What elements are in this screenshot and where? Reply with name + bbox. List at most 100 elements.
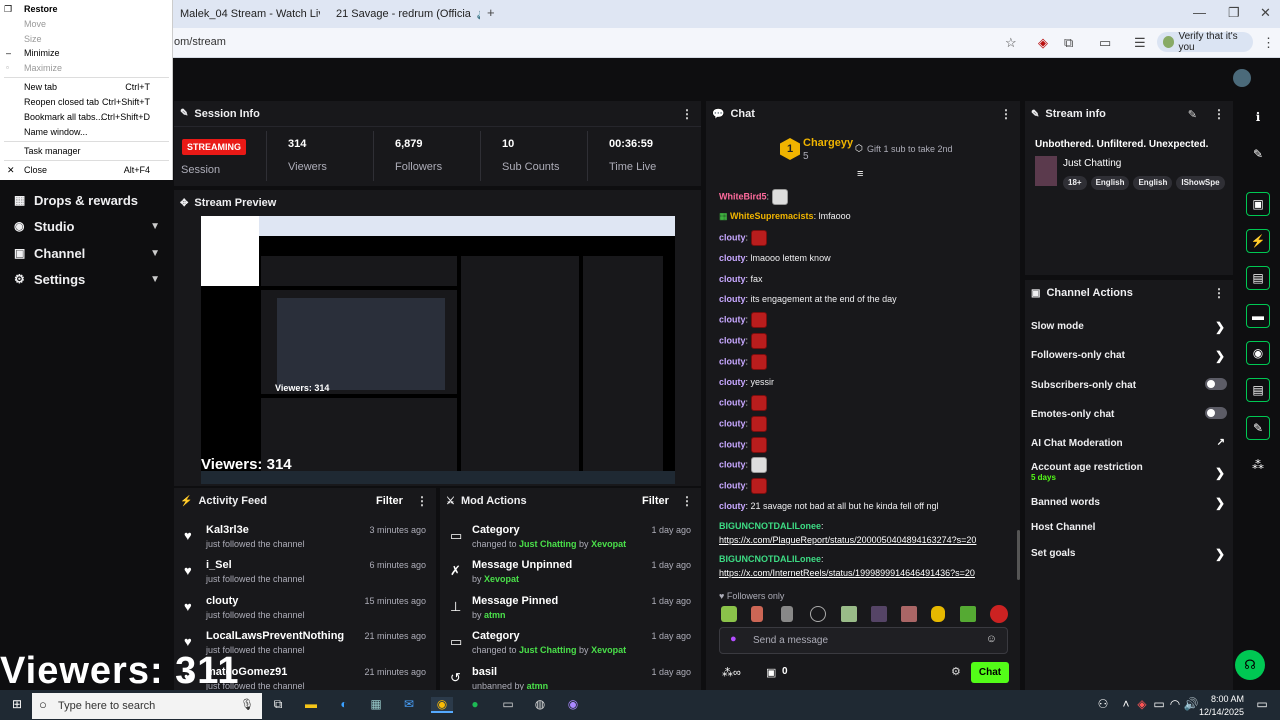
ai-moderation-row[interactable]: AI Chat Moderation ↗ [1031,437,1229,449]
more-options-icon[interactable]: ⋮ [681,107,693,121]
speaker-icon[interactable]: 🔊 [477,9,480,20]
subscribers-only-toggle[interactable] [1205,378,1227,390]
chat-link[interactable]: https://x.com/InternetReels/status/19998… [719,568,975,578]
tag-chip[interactable]: English [1133,176,1173,190]
age-18-emote-icon[interactable] [990,605,1008,623]
banned-words-row[interactable]: Banned words ❯ [1031,496,1229,510]
host-channel-row[interactable]: Host Channel [1031,522,1229,533]
wrench-icon[interactable]: ✎ [1246,416,1270,440]
url-field[interactable]: om/stream [174,36,226,48]
stream-preview-video[interactable]: Viewers: 314 Viewers: 314 [201,216,675,484]
emote-icon[interactable] [841,606,857,622]
ctx-name-window[interactable]: Name window... [24,127,88,140]
clock-time[interactable]: 8:00 AM [1204,694,1244,704]
app-icon[interactable]: ◉ [564,697,582,713]
ctx-bookmark-all[interactable]: Bookmark all tabs... Ctrl+Shift+D [24,112,164,125]
notifications-icon[interactable]: ▭ [1253,697,1271,713]
profile-avatar[interactable] [1233,69,1251,87]
clock-date[interactable]: 12/14/2025 [1192,707,1244,717]
slow-mode-row[interactable]: Slow mode ❯ [1031,320,1229,334]
taskbar-search[interactable]: ○ Type here to search 🎙 [32,693,262,719]
file-explorer-icon[interactable]: ▬ [302,697,320,713]
windows-start-icon[interactable]: ⊞ [8,697,26,713]
sidebar-item-settings[interactable]: ⚙ Settings ▼ [14,269,160,289]
new-tab-icon[interactable]: + [487,5,495,20]
emoji-icon[interactable]: ☺ [986,633,997,645]
ctx-restore[interactable]: Restore [24,4,58,17]
ctx-minimize[interactable]: Minimize [24,48,60,61]
chat-settings-gear-icon[interactable]: ⚙ [951,665,961,678]
account-age-row[interactable]: Account age restriction 5 days ❯ [1031,462,1229,482]
session-info-icon[interactable]: ▤ [1246,266,1270,290]
tag-chip[interactable]: IShowSpe [1176,176,1225,190]
chrome-icon[interactable]: ◉ [431,697,453,713]
activity-bolt-icon[interactable]: ⚡ [1246,229,1270,253]
emote-icon[interactable] [901,606,917,622]
bookmark-star-icon[interactable]: ☆ [1005,35,1017,51]
edit-layout-icon[interactable]: ✎ [1246,142,1270,166]
emote-icon[interactable] [960,606,976,622]
shield-extension-icon[interactable]: ◈ [1038,35,1048,51]
sidebar-item-studio[interactable]: ◉ Studio ▼ [14,216,160,236]
sidebar-item-channel[interactable]: ▣ Channel ▼ [14,243,160,263]
gift-sub-prompt[interactable]: Gift 1 sub to take 2nd [867,144,953,154]
emote-icon[interactable] [931,606,945,622]
more-options-icon[interactable]: ⋮ [416,494,428,508]
extensions-icon[interactable]: ⧉ [1064,35,1073,51]
info-icon[interactable]: ℹ [1246,105,1270,129]
activity-filter-button[interactable]: Filter [376,495,403,507]
spotify-icon[interactable]: ● [466,697,484,713]
set-goals-row[interactable]: Set goals ❯ [1031,547,1229,561]
stream-preview-icon[interactable]: ▣ [1246,192,1270,216]
task-view-icon[interactable]: ⧉ [269,697,287,713]
tray-app-icon[interactable]: ◈ [1133,697,1151,713]
browser-tab-youtube[interactable]: 21 Savage - redrum (Officia 🔊 ✕ [330,4,480,24]
chat-link[interactable]: https://x.com/PlagueReport/status/200005… [719,535,976,545]
more-options-icon[interactable]: ⋮ [1000,107,1012,121]
app-icon[interactable]: ◍ [531,697,549,713]
media-control-icon[interactable]: ☰ [1134,35,1146,51]
ctx-task-manager[interactable]: Task manager [24,146,81,159]
browser-tab-stream[interactable]: Malek_04 Stream - Watch Live o ✕ [174,4,320,24]
expand-leaderboard-icon[interactable]: ≡ [857,168,863,180]
more-options-icon[interactable]: ⋮ [681,494,693,508]
store-icon[interactable]: ▦ [367,697,385,713]
mail-icon[interactable]: ✉ [400,697,418,713]
tag-chip[interactable]: English [1090,176,1130,190]
more-options-icon[interactable]: ⋮ [1213,286,1225,300]
more-widgets-icon[interactable]: ⁂ [1246,453,1270,477]
ctx-new-tab[interactable]: New tab Ctrl+T [24,82,164,95]
emote-icon[interactable] [871,606,887,622]
followers-only-row[interactable]: Followers-only chat ❯ [1031,349,1229,363]
broadcast-icon[interactable]: ◉ [1246,341,1270,365]
edge-icon[interactable]: ◐ [335,697,353,713]
microphone-icon[interactable]: 🎙 [240,698,254,711]
chat-bubble-icon[interactable]: ▬ [1246,304,1270,328]
ctx-reopen-closed-tab[interactable]: Reopen closed tab Ctrl+Shift+T [24,97,164,110]
emotes-only-toggle[interactable] [1205,407,1227,419]
edit-pencil-icon[interactable]: ✎ [1188,108,1197,121]
verify-account-button[interactable]: Verify that it's you [1157,31,1253,53]
send-chat-button[interactable]: Chat [971,662,1009,683]
app-icon[interactable]: ▭ [499,697,517,713]
browser-menu-icon[interactable]: ⋮ [1262,35,1275,51]
sidebar-item-drops[interactable]: ▦ Drops & rewards [14,190,160,210]
cast-icon[interactable]: ▭ [1099,35,1111,51]
channel-points-icon[interactable]: ⁂∞ [722,666,741,679]
emote-icon[interactable] [810,606,826,622]
chat-input[interactable]: ● Send a message ☺ [719,627,1008,654]
emote-icon[interactable] [721,606,737,622]
restore-window-icon[interactable]: ❐ [1228,5,1240,21]
more-options-icon[interactable]: ⋮ [1213,107,1225,121]
gift-box-icon[interactable]: ▣ [766,666,776,679]
support-headset-icon[interactable]: ☊ [1235,650,1265,680]
chat-scrollbar[interactable] [1017,530,1020,580]
channel-actions-icon[interactable]: ▤ [1246,378,1270,402]
people-icon[interactable]: ⚇ [1094,697,1112,713]
leader-name[interactable]: Chargeyy [803,137,853,149]
mod-filter-button[interactable]: Filter [642,495,669,507]
emote-icon[interactable] [751,606,763,622]
tag-chip[interactable]: 18+ [1063,176,1087,190]
close-window-icon[interactable]: ✕ [1260,5,1271,21]
ctx-close[interactable]: Close Alt+F4 [24,165,164,178]
